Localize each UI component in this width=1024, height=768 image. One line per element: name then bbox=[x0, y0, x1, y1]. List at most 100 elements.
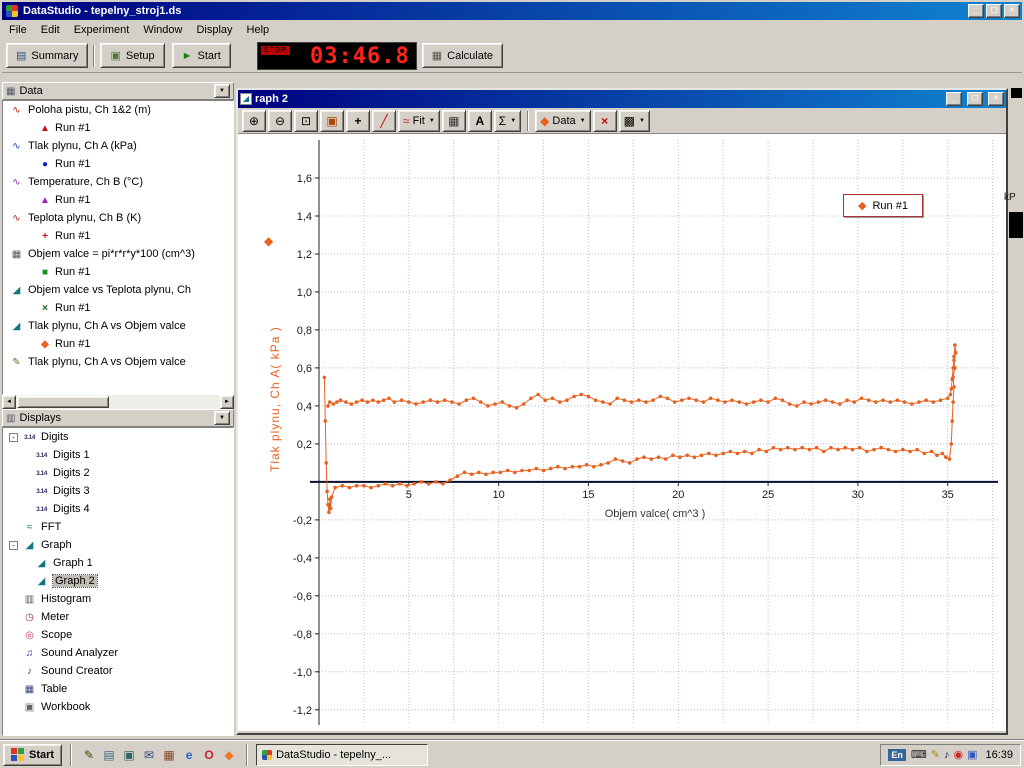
display-item-digits-1[interactable]: 3.14Digits 1 bbox=[3, 446, 233, 464]
data-channel-item[interactable]: ✎Tlak plynu, Ch A vs Objem valce bbox=[3, 353, 233, 371]
temperature-k-channel-icon: ∿ bbox=[9, 213, 24, 224]
display-item-digits-2[interactable]: 3.14Digits 2 bbox=[3, 464, 233, 482]
statistics-button[interactable]: Σ▼ bbox=[494, 110, 521, 132]
zoom-select-button[interactable]: ⊡ bbox=[294, 110, 318, 132]
scrollbar-thumb[interactable] bbox=[17, 396, 109, 408]
quicklaunch-document-icon[interactable]: ▤ bbox=[100, 746, 118, 764]
quicklaunch-mail-icon[interactable]: ✉ bbox=[140, 746, 158, 764]
display-item-digits-4[interactable]: 3.14Digits 4 bbox=[3, 500, 233, 518]
data-channel-item[interactable]: ∿Teplota plynu, Ch B (K) bbox=[3, 209, 233, 227]
display-item-graph-2[interactable]: ◢Graph 2 bbox=[3, 572, 233, 590]
quicklaunch-package-icon[interactable]: ▦ bbox=[160, 746, 178, 764]
scrollbar-track[interactable] bbox=[16, 395, 220, 409]
zoom-in-button[interactable]: ⊕ bbox=[242, 110, 266, 132]
calculator-button[interactable]: ▦ bbox=[442, 110, 466, 132]
app-titlebar[interactable]: DataStudio - tepelny_stroj1.ds _ □ × bbox=[2, 2, 1022, 20]
legend[interactable]: ◆ Run #1 bbox=[843, 194, 923, 217]
tray-keyboard-icon[interactable]: ⌨ bbox=[911, 748, 927, 761]
run-item[interactable]: ◆Run #1 bbox=[3, 335, 233, 353]
tray-volume-icon[interactable]: ♪ bbox=[944, 749, 950, 761]
menu-item-window[interactable]: Window bbox=[136, 22, 189, 38]
data-channel-item[interactable]: ◢Objem valce vs Teplota plynu, Ch bbox=[3, 281, 233, 299]
display-item-digits-3[interactable]: 3.14Digits 3 bbox=[3, 482, 233, 500]
data-channel-item[interactable]: ▦Objem valce = pi*r*r*y*100 (cm^3) bbox=[3, 245, 233, 263]
menu-item-edit[interactable]: Edit bbox=[34, 22, 67, 38]
display-item-meter[interactable]: ◷Meter bbox=[3, 608, 233, 626]
tree-expander[interactable]: - bbox=[9, 541, 18, 550]
display-item-table[interactable]: ▦Table bbox=[3, 680, 233, 698]
data-menu-button[interactable]: ◆Data▼ bbox=[535, 110, 590, 132]
tray-update-icon[interactable]: ▣ bbox=[967, 748, 977, 761]
setup-button[interactable]: ▣ Setup bbox=[100, 43, 164, 68]
display-item-scope[interactable]: ◎Scope bbox=[3, 626, 233, 644]
display-item-digits[interactable]: -3.14Digits bbox=[3, 428, 233, 446]
remove-icon: × bbox=[601, 115, 608, 127]
fit-menu-button[interactable]: ≈Fit▼ bbox=[398, 110, 440, 132]
tray-antivirus-icon[interactable]: ◉ bbox=[953, 748, 963, 761]
graph-plot[interactable]: 1,61,41,21,00,80,60,40,2-0,2-0,4-0,6-0,8… bbox=[238, 134, 1006, 731]
run-item[interactable]: ■Run #1 bbox=[3, 263, 233, 281]
statistics-icon: Σ bbox=[499, 115, 506, 127]
run-item[interactable]: +Run #1 bbox=[3, 227, 233, 245]
quicklaunch-pen-icon[interactable]: ✎ bbox=[80, 746, 98, 764]
quicklaunch-opera-icon[interactable]: O bbox=[200, 746, 218, 764]
run-item[interactable]: ▲Run #1 bbox=[3, 119, 233, 137]
x-axis-label[interactable]: Objem valce( cm^3 ) bbox=[570, 508, 740, 520]
menu-item-file[interactable]: File bbox=[2, 22, 34, 38]
maximize-button[interactable]: □ bbox=[986, 4, 1002, 18]
display-item-histogram[interactable]: ▥Histogram bbox=[3, 590, 233, 608]
display-item-graph-1[interactable]: ◢Graph 1 bbox=[3, 554, 233, 572]
menu-item-help[interactable]: Help bbox=[240, 22, 277, 38]
y-axis-label[interactable]: Tlak plynu, Ch A( kPa ) bbox=[268, 326, 282, 472]
grid-settings-button[interactable]: ▩▼ bbox=[619, 110, 650, 132]
display-item-sound-analyzer[interactable]: ♫Sound Analyzer bbox=[3, 644, 233, 662]
start-button[interactable]: ► Start bbox=[172, 43, 231, 68]
displays-panel-menu-button[interactable]: ▼ bbox=[214, 411, 230, 425]
data-channel-item[interactable]: ◢Tlak plynu, Ch A vs Objem valce bbox=[3, 317, 233, 335]
taskbar-task-datastudio[interactable]: DataStudio - tepelny_... bbox=[256, 744, 428, 766]
display-item-fft[interactable]: ≈FFT bbox=[3, 518, 233, 536]
data-channel-item[interactable]: ∿Tlak plynu, Ch A (kPa) bbox=[3, 137, 233, 155]
graph-window-titlebar[interactable]: ◢ raph 2 _ □ × bbox=[238, 90, 1006, 108]
displays-panel-header[interactable]: ▥ Displays ▼ bbox=[2, 409, 234, 427]
scroll-left-button[interactable]: ◄ bbox=[2, 395, 16, 409]
display-item-workbook[interactable]: ▣Workbook bbox=[3, 698, 233, 716]
close-button[interactable]: × bbox=[1004, 4, 1020, 18]
display-item-label: Digits 2 bbox=[53, 467, 90, 479]
data-panel-title: Data bbox=[19, 85, 42, 97]
scroll-right-button[interactable]: ► bbox=[220, 395, 234, 409]
start-menu-button[interactable]: Start bbox=[3, 744, 62, 766]
menu-item-experiment[interactable]: Experiment bbox=[67, 22, 137, 38]
data-panel-header[interactable]: ▦ Data ▼ bbox=[2, 82, 234, 100]
quicklaunch-browser-icon[interactable]: e bbox=[180, 746, 198, 764]
quicklaunch-desktop-icon[interactable]: ▣ bbox=[120, 746, 138, 764]
scale-to-fit-button[interactable]: ▣ bbox=[320, 110, 344, 132]
smart-tool-button[interactable]: + bbox=[346, 110, 370, 132]
data-channel-item[interactable]: ∿Temperature, Ch B (°C) bbox=[3, 173, 233, 191]
graph-minimize-button[interactable]: _ bbox=[946, 92, 962, 106]
minimize-button[interactable]: _ bbox=[968, 4, 984, 18]
run-item[interactable]: ●Run #1 bbox=[3, 155, 233, 173]
menu-item-display[interactable]: Display bbox=[189, 22, 239, 38]
setup-label: Setup bbox=[126, 50, 155, 62]
display-item-sound-creator[interactable]: ♪Sound Creator bbox=[3, 662, 233, 680]
remove-button[interactable]: × bbox=[593, 110, 617, 132]
slope-tool-button[interactable]: ╱ bbox=[372, 110, 396, 132]
tree-expander[interactable]: - bbox=[9, 433, 18, 442]
calculate-button[interactable]: ▦ Calculate bbox=[422, 43, 503, 68]
screen: DataStudio - tepelny_stroj1.ds _ □ × Fil… bbox=[0, 0, 1024, 768]
graph-plot-area[interactable]: 1,61,41,21,00,80,60,40,2-0,2-0,4-0,6-0,8… bbox=[238, 134, 1006, 731]
tray-pencil-icon[interactable]: ✎ bbox=[931, 748, 940, 761]
zoom-out-button[interactable]: ⊖ bbox=[268, 110, 292, 132]
language-indicator[interactable]: En bbox=[888, 749, 906, 761]
graph-maximize-button[interactable]: □ bbox=[967, 92, 983, 106]
quicklaunch-flame-icon[interactable]: ◆ bbox=[220, 746, 238, 764]
data-channel-item[interactable]: ∿Poloha pistu, Ch 1&2 (m) bbox=[3, 101, 233, 119]
run-item[interactable]: ×Run #1 bbox=[3, 299, 233, 317]
display-item-graph[interactable]: -◢Graph bbox=[3, 536, 233, 554]
summary-button[interactable]: ▤ Summary bbox=[6, 43, 88, 68]
data-panel-menu-button[interactable]: ▼ bbox=[214, 84, 230, 98]
graph-close-button[interactable]: × bbox=[988, 92, 1004, 106]
text-annotation-button[interactable]: A bbox=[468, 110, 492, 132]
run-item[interactable]: ▲Run #1 bbox=[3, 191, 233, 209]
